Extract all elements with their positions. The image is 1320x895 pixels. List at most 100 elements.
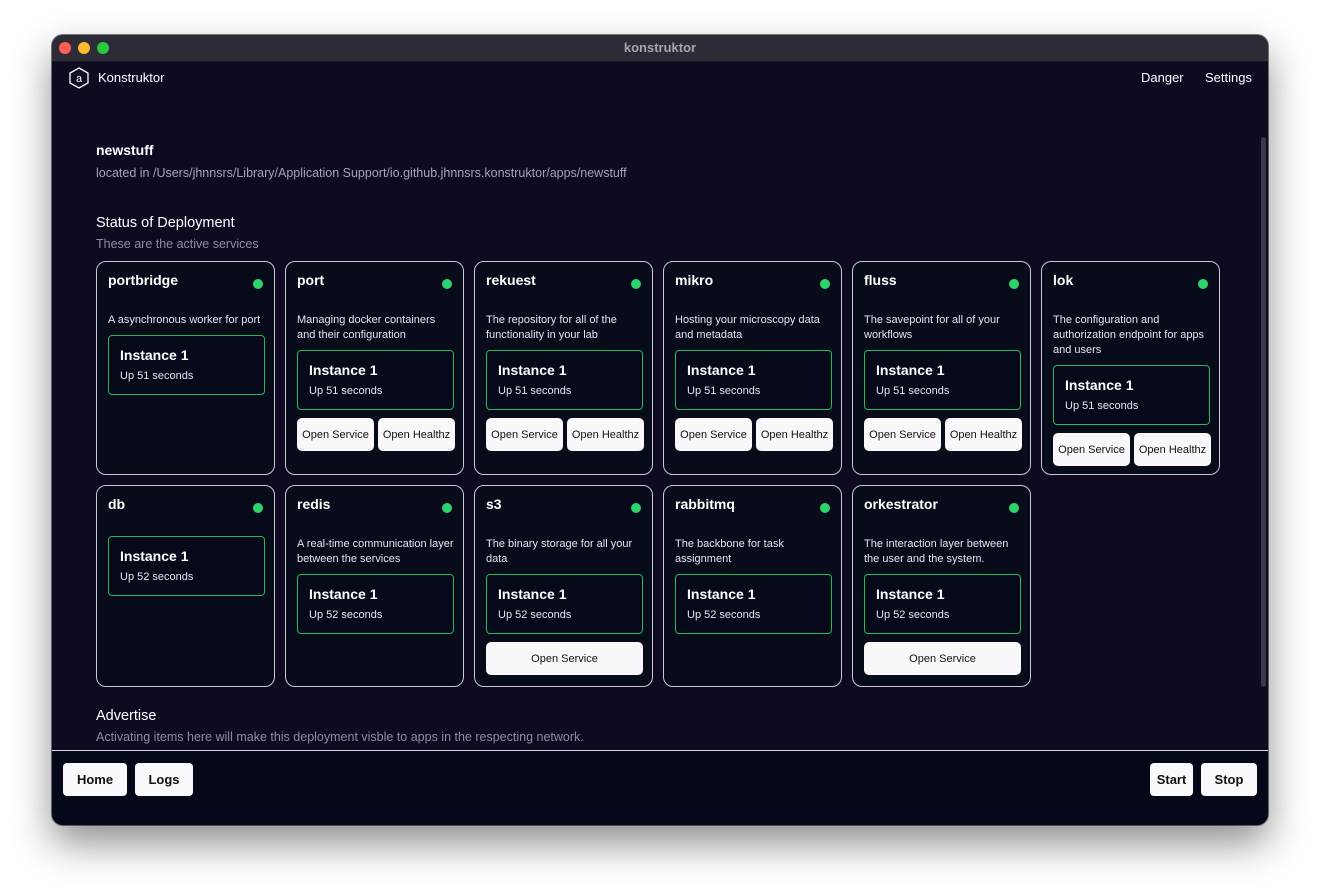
instance-box: Instance 1 Up 52 seconds [675,574,832,634]
open-service-button[interactable]: Open Service [1053,433,1130,466]
service-card-orkestrator: orkestrator The interaction layer betwee… [852,485,1031,687]
window-titlebar: konstruktor [52,35,1268,62]
service-card-fluss: fluss The savepoint for all of your work… [852,261,1031,475]
deployment-title: Status of Deployment [96,215,235,231]
instance-title: Instance 1 [120,548,189,564]
open-service-button[interactable]: Open Service [864,418,941,451]
instance-uptime: Up 51 seconds [687,385,761,397]
status-dot-icon [253,503,263,513]
instance-box: Instance 1 Up 51 seconds [1053,365,1210,425]
logo-letter: a [76,73,83,85]
service-card-port: port Managing docker containers and thei… [285,261,464,475]
main-content: newstuff located in /Users/jhnnsrs/Libra… [52,97,1268,750]
service-description: Hosting your microscopy data and metadat… [675,314,820,341]
start-button[interactable]: Start [1150,763,1193,796]
service-description: The interaction layer between the user a… [864,538,1009,565]
instance-uptime: Up 51 seconds [309,385,383,397]
app-name: newstuff [96,142,154,158]
instance-title: Instance 1 [687,586,756,602]
service-name: port [297,272,325,288]
service-card-redis: redis A real-time communication layer be… [285,485,464,687]
instance-title: Instance 1 [309,586,378,602]
status-dot-icon [820,503,830,513]
service-name: rabbitmq [675,496,735,512]
instance-uptime: Up 51 seconds [498,385,572,397]
instance-box: Instance 1 Up 51 seconds [675,350,832,410]
service-card-rekuest: rekuest The repository for all of the fu… [474,261,653,475]
instance-box: Instance 1 Up 51 seconds [297,350,454,410]
service-name: s3 [486,496,502,512]
home-button[interactable]: Home [63,763,127,796]
service-description: A real-time communication layer between … [297,538,454,565]
instance-box: Instance 1 Up 51 seconds [486,350,643,410]
instance-uptime: Up 52 seconds [309,609,383,621]
service-card-lok: lok The configuration and authorization … [1041,261,1220,475]
instance-uptime: Up 52 seconds [498,609,572,621]
advertise-title: Advertise [96,708,157,724]
service-name: orkestrator [864,496,938,512]
instance-title: Instance 1 [309,362,378,378]
open-healthz-button[interactable]: Open Healthz [567,418,644,451]
navbar: a Konstruktor Danger Settings [52,61,1268,97]
app-path: located in /Users/jhnnsrs/Library/Applic… [96,166,627,180]
instance-uptime: Up 51 seconds [120,370,194,382]
stop-button[interactable]: Stop [1201,763,1257,796]
service-description: The savepoint for all of your workflows [864,314,1000,341]
service-name: mikro [675,272,714,288]
service-description: A asynchronous worker for port [108,314,261,326]
service-name: lok [1053,272,1074,288]
instance-uptime: Up 52 seconds [687,609,761,621]
instance-uptime: Up 51 seconds [1065,400,1139,412]
open-service-button[interactable]: Open Service [675,418,752,451]
instance-box: Instance 1 Up 52 seconds [297,574,454,634]
open-service-button[interactable]: Open Service [486,418,563,451]
logs-button[interactable]: Logs [135,763,193,796]
nav-danger-link[interactable]: Danger [1141,70,1184,85]
brand-name[interactable]: Konstruktor [98,70,164,85]
instance-box: Instance 1 Up 52 seconds [486,574,643,634]
instance-box: Instance 1 Up 51 seconds [108,335,265,395]
instance-title: Instance 1 [1065,377,1134,393]
app-root: a Konstruktor Danger Settings newstuff l… [52,61,1268,825]
status-dot-icon [253,279,263,289]
service-card-s3: s3 The binary storage for all your data … [474,485,653,687]
service-name: fluss [864,272,897,288]
scrollbar[interactable] [1261,137,1266,687]
footer-bar: Home Logs Start Stop [52,750,1268,825]
app-window: konstruktor a Konstruktor Danger Setting… [52,35,1268,825]
instance-uptime: Up 52 seconds [876,609,950,621]
status-dot-icon [820,279,830,289]
advertise-subtitle: Activating items here will make this dep… [96,730,584,744]
service-card-portbridge: portbridge A asynchronous worker for por… [96,261,275,475]
service-card-rabbitmq: rabbitmq The backbone for task assignmen… [663,485,842,687]
status-dot-icon [631,503,641,513]
status-dot-icon [1009,503,1019,513]
open-service-button[interactable]: Open Service [297,418,374,451]
service-description: The binary storage for all your data [486,538,633,565]
open-healthz-button[interactable]: Open Healthz [1134,433,1211,466]
instance-title: Instance 1 [876,586,945,602]
open-service-button[interactable]: Open Service [864,642,1021,675]
nav-settings-link[interactable]: Settings [1205,70,1252,85]
logo-icon[interactable]: a [68,67,90,89]
service-description: Managing docker containers and their con… [297,314,436,341]
status-dot-icon [1009,279,1019,289]
instance-uptime: Up 51 seconds [876,385,950,397]
open-healthz-button[interactable]: Open Healthz [756,418,833,451]
instance-title: Instance 1 [687,362,756,378]
deployment-subtitle: These are the active services [96,237,259,251]
instance-title: Instance 1 [498,586,567,602]
instance-box: Instance 1 Up 52 seconds [864,574,1021,634]
instance-box: Instance 1 Up 51 seconds [864,350,1021,410]
service-description: The backbone for task assignment [675,538,784,565]
window-title: konstruktor [623,40,697,55]
service-card-mikro: mikro Hosting your microscopy data and m… [663,261,842,475]
service-card-db: db Instance 1 Up 52 seconds [96,485,275,687]
open-healthz-button[interactable]: Open Healthz [945,418,1022,451]
service-name: portbridge [108,272,178,288]
open-healthz-button[interactable]: Open Healthz [378,418,455,451]
instance-box: Instance 1 Up 52 seconds [108,536,265,596]
service-name: rekuest [486,272,536,288]
open-service-button[interactable]: Open Service [486,642,643,675]
instance-title: Instance 1 [876,362,945,378]
